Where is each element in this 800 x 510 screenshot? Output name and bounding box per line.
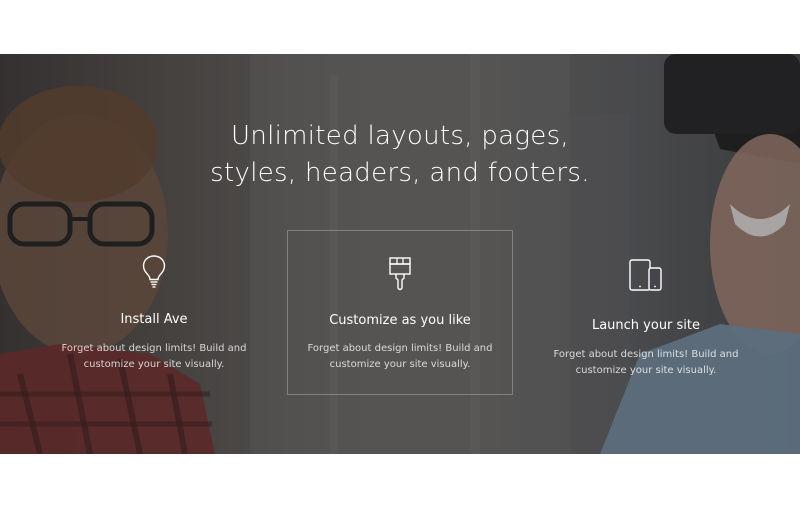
feature-description: Forget about design limits! Build and cu… [288, 341, 512, 373]
feature-launch: Launch your site Forget about design lim… [546, 258, 746, 379]
hero-headline: Unlimited layouts, pages, styles, header… [0, 118, 800, 192]
hero-headline-line-1: Unlimited layouts, pages, [230, 121, 569, 151]
feature-description: Forget about design limits! Build and cu… [54, 341, 254, 373]
feature-title: Customize as you like [329, 313, 471, 328]
feature-description-line-2: customize your site visually. [575, 365, 717, 376]
page: Unlimited layouts, pages, styles, header… [0, 0, 800, 510]
feature-install: Install Ave Forget about design limits! … [54, 254, 254, 373]
feature-title: Install Ave [120, 312, 188, 327]
feature-description-line-1: Forget about design limits! Build and [553, 349, 739, 360]
lightbulb-icon [142, 255, 166, 288]
feature-description-line-2: customize your site visually. [83, 359, 225, 370]
hero-section: Unlimited layouts, pages, styles, header… [0, 54, 800, 454]
feature-description-line-1: Forget about design limits! Build and [307, 343, 493, 354]
feature-customize[interactable]: Customize as you like Forget about desig… [287, 230, 513, 395]
paintbrush-icon [389, 257, 411, 291]
feature-description-line-1: Forget about design limits! Build and [61, 343, 247, 354]
feature-description: Forget about design limits! Build and cu… [546, 347, 746, 379]
devices-icon [629, 259, 662, 291]
hero-headline-line-2: styles, headers, and footers. [210, 158, 590, 188]
feature-title: Launch your site [591, 318, 701, 333]
feature-description-line-2: customize your site visually. [329, 359, 471, 370]
